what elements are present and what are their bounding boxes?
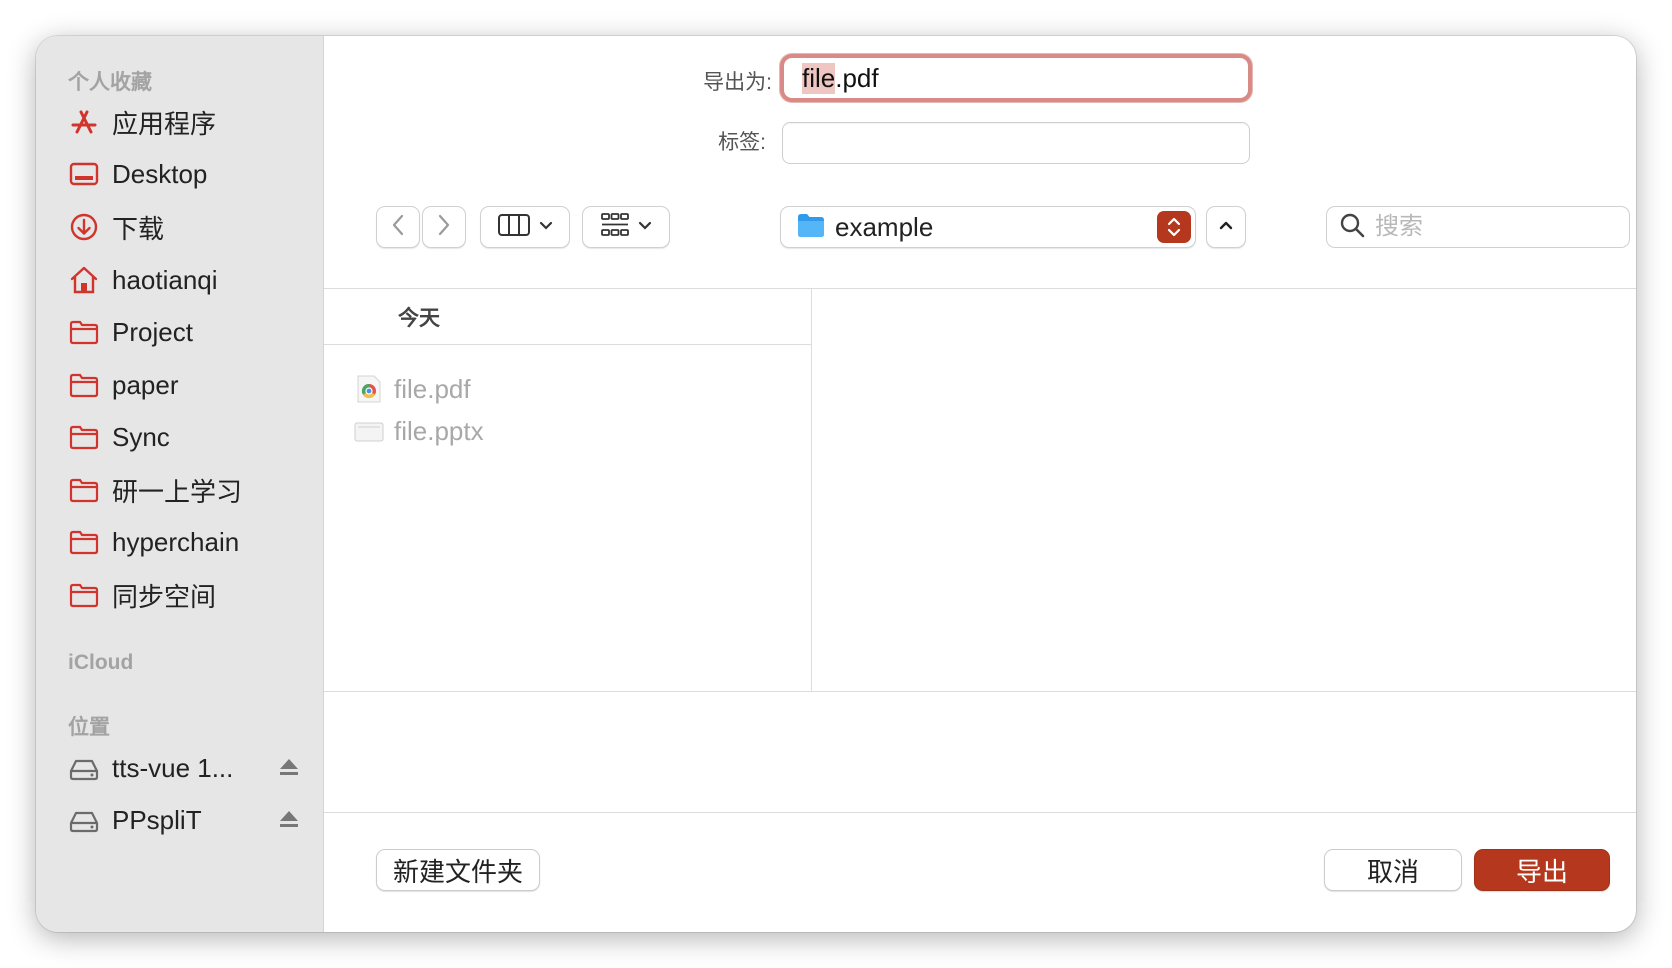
sidebar-item-sync-space[interactable]: 同步空间 bbox=[68, 571, 308, 619]
export-as-label: 导出为: bbox=[703, 71, 772, 94]
folder-icon bbox=[68, 421, 100, 453]
popup-stepper-icon bbox=[1157, 211, 1191, 243]
disk-icon bbox=[68, 804, 100, 836]
group-button[interactable] bbox=[582, 206, 670, 248]
download-icon bbox=[68, 211, 100, 243]
columns-view-icon bbox=[497, 212, 531, 243]
sidebar-item-label: 研一上学习 bbox=[112, 476, 243, 507]
chevron-down-icon bbox=[638, 218, 652, 236]
collapse-button[interactable] bbox=[1206, 206, 1246, 248]
tags-input[interactable] bbox=[782, 122, 1250, 164]
sidebar: 个人收藏 应用程序 Desktop 下载 haotianqi Project p… bbox=[36, 36, 324, 932]
file-row-pdf[interactable]: file.pdf bbox=[354, 369, 794, 409]
file-name: file.pdf bbox=[394, 373, 471, 404]
grid-icon bbox=[600, 212, 630, 243]
applications-icon bbox=[68, 106, 100, 138]
folder-icon bbox=[68, 369, 100, 401]
document-icon bbox=[354, 416, 384, 446]
sidebar-item-label: 同步空间 bbox=[112, 581, 217, 612]
sidebar-item-sync[interactable]: Sync bbox=[68, 413, 308, 461]
sidebar-item-label: Sync bbox=[112, 421, 170, 452]
sidebar-item-label: Project bbox=[112, 316, 193, 347]
sidebar-item-label: haotianqi bbox=[112, 264, 218, 295]
folder-icon bbox=[68, 579, 100, 611]
search-icon bbox=[1339, 212, 1365, 243]
sidebar-item-tts-vue[interactable]: tts-vue 1... bbox=[68, 744, 308, 792]
disk-icon bbox=[68, 752, 100, 784]
folder-icon bbox=[68, 526, 100, 558]
eject-icon[interactable] bbox=[278, 808, 300, 830]
back-button[interactable] bbox=[376, 206, 420, 248]
chevron-down-icon bbox=[539, 218, 553, 236]
sidebar-item-label: 下载 bbox=[112, 213, 165, 244]
forward-button[interactable] bbox=[422, 206, 466, 248]
new-folder-button[interactable]: 新建文件夹 bbox=[376, 849, 540, 891]
sidebar-item-paper[interactable]: paper bbox=[68, 361, 308, 409]
folder-icon bbox=[68, 474, 100, 506]
filename-extension: .pdf bbox=[835, 62, 879, 93]
file-row-pptx[interactable]: file.pptx bbox=[354, 411, 794, 451]
sidebar-item-hyperchain[interactable]: hyperchain bbox=[68, 518, 308, 566]
sidebar-item-applications[interactable]: 应用程序 bbox=[68, 98, 308, 146]
filename-input[interactable]: file .pdf bbox=[780, 54, 1252, 102]
icloud-header: iCloud bbox=[68, 651, 134, 674]
chevron-up-icon bbox=[1218, 218, 1234, 236]
view-mode-button[interactable] bbox=[480, 206, 570, 248]
chrome-pdf-icon bbox=[354, 374, 384, 404]
location-label: example bbox=[835, 211, 934, 242]
sidebar-item-project[interactable]: Project bbox=[68, 308, 308, 356]
search-input[interactable] bbox=[1375, 213, 1615, 241]
bottom-bar: 新建文件夹 取消 导出 bbox=[324, 812, 1636, 932]
folder-icon bbox=[68, 316, 100, 348]
file-name: file.pptx bbox=[394, 415, 484, 446]
sidebar-item-label: paper bbox=[112, 369, 179, 400]
home-icon bbox=[68, 264, 100, 296]
export-dialog: 个人收藏 应用程序 Desktop 下载 haotianqi Project p… bbox=[36, 36, 1636, 932]
chevron-left-icon bbox=[390, 213, 406, 242]
sidebar-item-label: PPspliT bbox=[112, 804, 202, 835]
tags-label: 标签: bbox=[718, 131, 766, 154]
sidebar-item-label: tts-vue 1... bbox=[112, 752, 234, 783]
sidebar-item-label: Desktop bbox=[112, 158, 208, 189]
sidebar-item-label: hyperchain bbox=[112, 526, 240, 557]
search-field[interactable] bbox=[1326, 206, 1630, 248]
filename-selected-text: file bbox=[802, 62, 836, 94]
eject-icon[interactable] bbox=[278, 756, 300, 778]
location-popup[interactable]: example bbox=[780, 206, 1196, 248]
locations-header: 位置 bbox=[68, 716, 110, 739]
sidebar-item-home[interactable]: haotianqi bbox=[68, 256, 308, 304]
browser-column: 今天 file.pdf file.pptx bbox=[324, 289, 812, 691]
sidebar-item-ppsplit[interactable]: PPspliT bbox=[68, 796, 308, 844]
export-button[interactable]: 导出 bbox=[1474, 849, 1610, 891]
main-panel: 导出为: file .pdf 标签: example 搜索 今天 file.pd… bbox=[324, 36, 1636, 932]
sidebar-item-label: 应用程序 bbox=[112, 108, 217, 139]
folder-icon bbox=[797, 212, 825, 243]
desktop-icon bbox=[68, 158, 100, 190]
sidebar-item-desktop[interactable]: Desktop bbox=[68, 150, 308, 198]
sidebar-item-downloads[interactable]: 下载 bbox=[68, 203, 308, 251]
group-header: 今天 bbox=[324, 289, 811, 345]
cancel-button[interactable]: 取消 bbox=[1324, 849, 1462, 891]
chevron-right-icon bbox=[436, 213, 452, 242]
file-browser: 今天 file.pdf file.pptx bbox=[324, 288, 1636, 692]
sidebar-item-study[interactable]: 研一上学习 bbox=[68, 466, 308, 514]
favorites-header: 个人收藏 bbox=[68, 71, 152, 94]
